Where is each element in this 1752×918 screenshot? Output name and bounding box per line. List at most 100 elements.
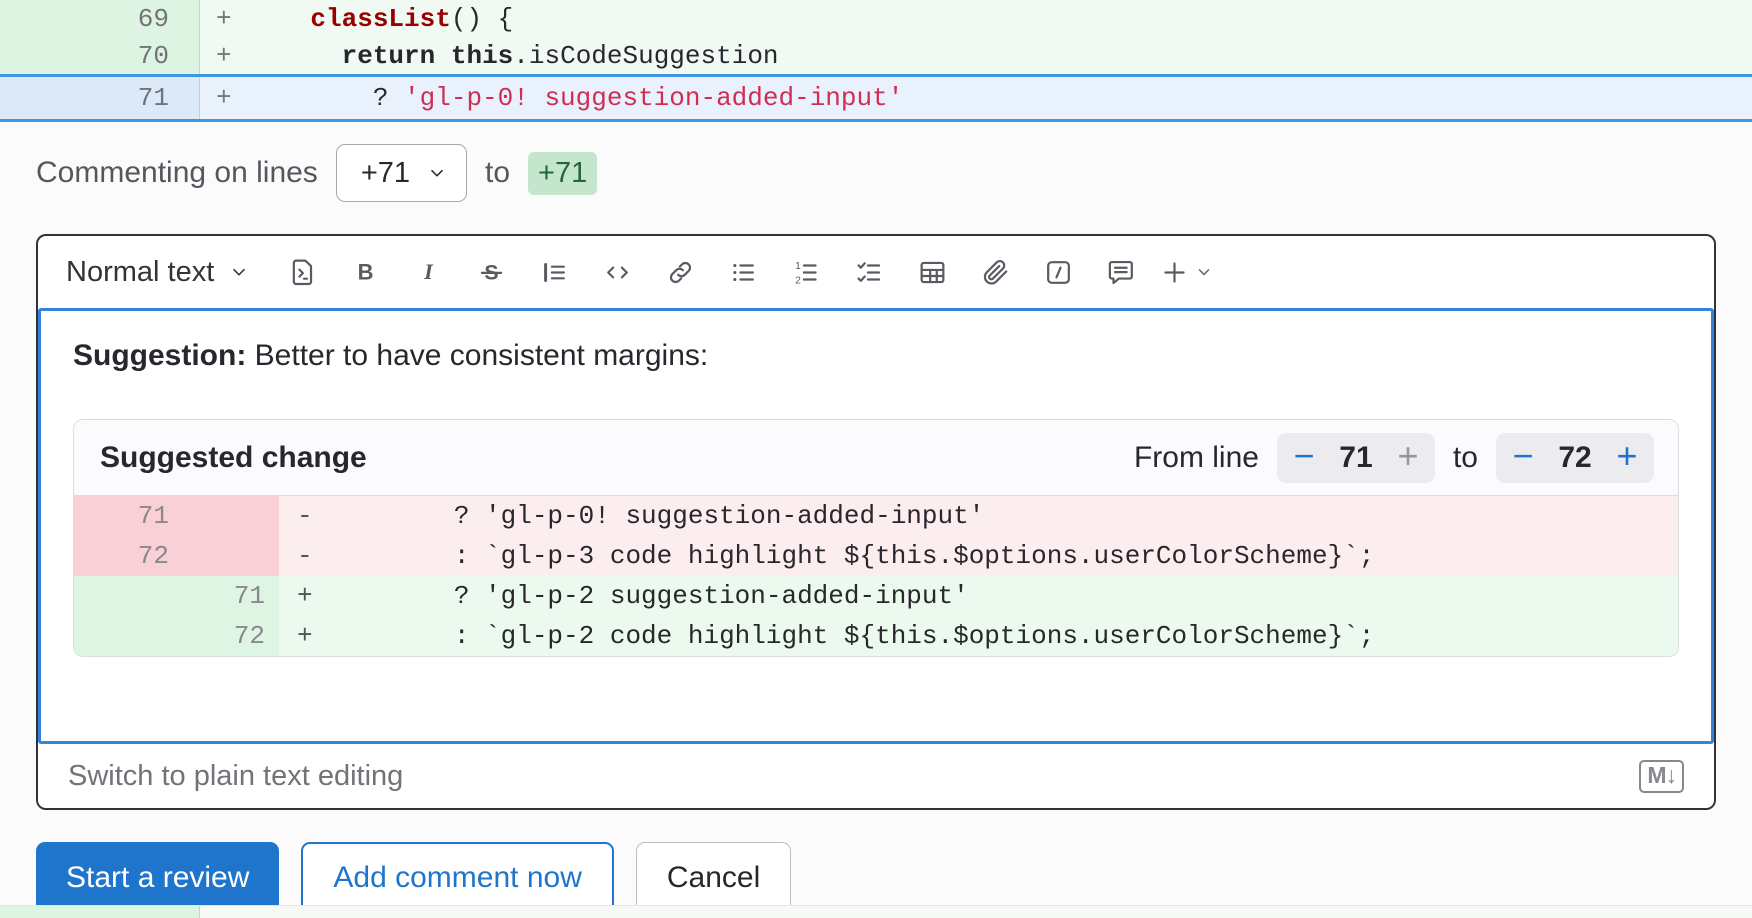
bold-icon xyxy=(350,257,381,288)
add-comment-now-button[interactable]: Add comment now xyxy=(301,842,613,914)
switch-plain-text-button[interactable]: Switch to plain text editing xyxy=(68,760,403,793)
code-segment: .isCodeSuggestion xyxy=(513,41,778,71)
diff-marker: + xyxy=(279,621,329,651)
from-line-value: 71 xyxy=(1327,441,1385,475)
details-block-button[interactable] xyxy=(1030,244,1086,300)
toolbar-icon-group xyxy=(274,244,1149,300)
start-line-value: +71 xyxy=(361,157,410,190)
merge-request-comment-form-page: 69+ classList() {70+ return this.isCodeS… xyxy=(0,0,1752,914)
to-increment-button[interactable]: + xyxy=(1604,438,1650,478)
markdown-supported-icon: M↓ xyxy=(1639,760,1684,793)
code-segment: () { xyxy=(451,4,513,34)
code-segment: 'gl-p-0! suggestion-added-input' xyxy=(404,83,903,113)
chevron-down-icon xyxy=(426,162,448,184)
diff-marker: + xyxy=(200,83,248,113)
new-line-number: 71 xyxy=(169,581,265,611)
attachment-button[interactable] xyxy=(967,244,1023,300)
from-decrement-button[interactable]: − xyxy=(1281,438,1327,478)
details-block-icon xyxy=(1043,257,1074,288)
code-line: ? 'gl-p-0! suggestion-added-input' xyxy=(329,501,984,531)
code-segment: classList xyxy=(310,4,450,34)
table-button[interactable] xyxy=(904,244,960,300)
diff-marker: + xyxy=(200,4,248,34)
comment-text[interactable]: Suggestion: Better to have consistent ma… xyxy=(73,339,1679,373)
comment-button[interactable] xyxy=(1093,244,1149,300)
code-line: ? 'gl-p-0! suggestion-added-input' xyxy=(248,83,903,113)
suggestion-icon xyxy=(287,257,318,288)
italic-button[interactable] xyxy=(400,244,456,300)
commenting-on-lines-row: Commenting on lines +71 to +71 xyxy=(0,122,1752,220)
code-segment: ? xyxy=(248,83,404,113)
suggestion-prefix: Suggestion: xyxy=(73,339,246,372)
start-a-review-button[interactable]: Start a review xyxy=(36,842,279,914)
text-style-dropdown[interactable]: Normal text xyxy=(66,256,250,289)
code-icon xyxy=(602,257,633,288)
code-segment: return xyxy=(342,41,436,71)
bold-button[interactable] xyxy=(337,244,393,300)
suggested-diff-row: 71- ? 'gl-p-0! suggestion-added-input' xyxy=(74,496,1678,536)
start-line-select[interactable]: +71 xyxy=(336,144,467,202)
code-button[interactable] xyxy=(589,244,645,300)
italic-icon xyxy=(413,257,444,288)
old-line-number: 72 xyxy=(74,541,169,571)
quote-icon xyxy=(539,257,570,288)
line-number-gutter: 71 xyxy=(74,496,279,536)
more-options-button[interactable] xyxy=(1149,244,1223,300)
diff-row[interactable]: 69+ classList() { xyxy=(0,0,1752,37)
from-line-stepper: −71+ xyxy=(1277,433,1435,483)
strikethrough-button[interactable] xyxy=(463,244,519,300)
code-segment xyxy=(248,4,310,34)
suggested-change-header: Suggested change From line −71+ to −72+ xyxy=(74,420,1678,496)
to-line-value: 72 xyxy=(1546,441,1604,475)
strikethrough-icon xyxy=(476,257,507,288)
code-line: classList() { xyxy=(248,4,513,34)
plus-icon xyxy=(1159,257,1190,288)
end-line-badge: +71 xyxy=(528,152,597,195)
diff-gutter-partial xyxy=(0,906,200,918)
comment-action-buttons: Start a review Add comment now Cancel xyxy=(36,842,1752,914)
line-number-gutter[interactable]: 70 xyxy=(0,37,200,74)
cancel-button[interactable]: Cancel xyxy=(636,842,791,914)
attachment-icon xyxy=(980,257,1011,288)
diff-row[interactable]: 71+ ? 'gl-p-0! suggestion-added-input' xyxy=(0,74,1752,122)
comment-icon xyxy=(1106,257,1137,288)
suggestion-button[interactable] xyxy=(274,244,330,300)
line-number-gutter: 71 xyxy=(74,576,279,616)
line-number-gutter: 72 xyxy=(74,536,279,576)
line-number-gutter: 72 xyxy=(74,616,279,656)
to-line-stepper: −72+ xyxy=(1496,433,1654,483)
editor-toolbar: Normal text xyxy=(38,236,1714,308)
diff-code-block: 69+ classList() {70+ return this.isCodeS… xyxy=(0,0,1752,122)
quote-button[interactable] xyxy=(526,244,582,300)
old-line-number: 71 xyxy=(74,501,169,531)
diff-marker: + xyxy=(279,581,329,611)
diff-row[interactable]: 70+ return this.isCodeSuggestion xyxy=(0,37,1752,74)
code-line: : `gl-p-2 code highlight ${this.$options… xyxy=(329,621,1374,651)
code-line: : `gl-p-3 code highlight ${this.$options… xyxy=(329,541,1374,571)
task-list-button[interactable] xyxy=(841,244,897,300)
chevron-down-icon xyxy=(228,261,250,283)
to-decrement-button[interactable]: − xyxy=(1500,438,1546,478)
ordered-list-button[interactable] xyxy=(778,244,834,300)
editor-footer: Switch to plain text editing M↓ xyxy=(38,744,1714,808)
suggested-diff-row: 71+ ? 'gl-p-2 suggestion-added-input' xyxy=(74,576,1678,616)
ordered-list-icon xyxy=(791,257,822,288)
new-line-number: 72 xyxy=(169,621,265,651)
chevron-down-icon xyxy=(1194,262,1214,282)
diff-marker: + xyxy=(200,41,248,71)
from-increment-button[interactable]: + xyxy=(1385,438,1431,478)
text-style-value: Normal text xyxy=(66,256,214,289)
line-number-gutter[interactable]: 71 xyxy=(0,77,200,119)
bullet-list-button[interactable] xyxy=(715,244,771,300)
commenting-on-lines-label: Commenting on lines xyxy=(36,156,318,190)
editor-content-area[interactable]: Suggestion: Better to have consistent ma… xyxy=(38,308,1714,744)
code-line: return this.isCodeSuggestion xyxy=(248,41,779,71)
diff-marker: - xyxy=(279,541,329,571)
suggestion-text: Better to have consistent margins: xyxy=(246,339,708,372)
next-diff-row-partial xyxy=(0,905,1752,918)
suggested-change-title: Suggested change xyxy=(100,441,367,475)
line-number-gutter[interactable]: 69 xyxy=(0,0,200,37)
link-button[interactable] xyxy=(652,244,708,300)
suggested-diff-row: 72 - : `gl-p-3 code highlight ${this.$opt… xyxy=(74,536,1678,576)
suggested-change-card: Suggested change From line −71+ to −72+ … xyxy=(73,419,1679,657)
